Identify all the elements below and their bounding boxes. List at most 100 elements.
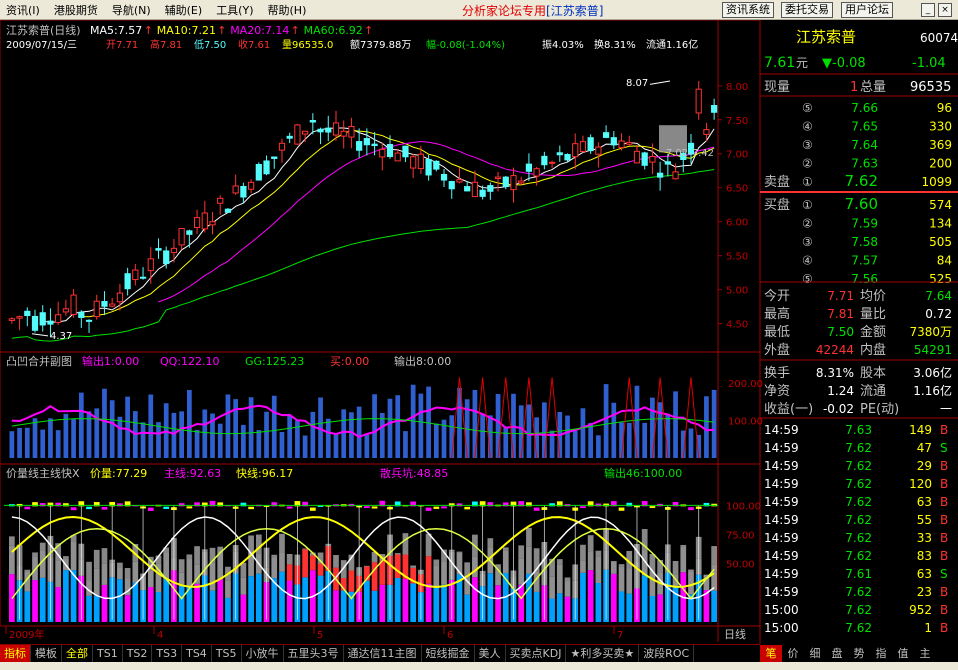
buy-level-4: ⑤ (802, 272, 813, 286)
quote-tab-4[interactable]: 势 (848, 645, 870, 662)
indicator-tab-7[interactable]: TS5 (212, 645, 242, 662)
candle-body (548, 161, 556, 164)
sub2-base-bar (402, 578, 409, 622)
sub2-mid-bar (518, 558, 525, 585)
sell-price-2: 7.64 (851, 138, 878, 152)
indicator-tab-0[interactable]: 指标 (0, 645, 31, 662)
sub2-signal-bar (186, 506, 193, 509)
candle-body (494, 176, 502, 180)
candle-body (55, 314, 62, 323)
sub2-base-bar (255, 573, 262, 622)
sub2-top-bar (333, 555, 339, 568)
candle-body (340, 130, 347, 137)
tick-vol-2: 29 (917, 459, 932, 473)
candle-body (247, 181, 255, 190)
sub2-signal-bar (425, 507, 432, 511)
stat2-value2-1: 1.16亿 (913, 383, 952, 398)
indicator-tab-8[interactable]: 小放牛 (242, 645, 284, 662)
stat-value2-0: 7.64 (925, 289, 952, 303)
indicator-tab-12[interactable]: 美人 (475, 645, 506, 662)
forum-button[interactable]: 用户论坛 (841, 2, 893, 18)
menu-item-3[interactable]: 辅助(E) (165, 2, 203, 18)
indicator-tab-1[interactable]: 模板 (31, 645, 62, 662)
stat-label2-0: 均价 (860, 289, 886, 304)
indicator-tab-15[interactable]: 波段ROC (639, 645, 695, 662)
candle-body (649, 155, 656, 163)
info-system-button[interactable]: 资讯系统 (722, 2, 774, 18)
quote-tab-7[interactable]: 主 (914, 645, 936, 662)
sub2-base-bar (441, 584, 447, 622)
sell-level-4: ① (802, 175, 813, 189)
sub2-mid-bar (225, 580, 231, 598)
buy-level-2: ③ (802, 235, 813, 249)
indicator-tab-2[interactable]: 全部 (62, 645, 93, 662)
sub2-signal-bar (464, 506, 471, 510)
tick-price-8: 7.61 (845, 567, 872, 581)
sell-level-1: ④ (802, 120, 813, 134)
sub2-mid-bar (117, 567, 123, 580)
quote-tab-0[interactable]: 笔 (760, 644, 782, 662)
sell-vol-3: 200 (929, 157, 952, 171)
buy-price-1: 7.59 (851, 217, 878, 231)
quote-tab-5[interactable]: 指 (870, 645, 892, 662)
candle-body (39, 312, 46, 326)
stat2-value-2: -0.02 (823, 402, 854, 416)
quote-tab-2[interactable]: 细 (804, 645, 826, 662)
indicator-tab-10[interactable]: 通达信11主图 (344, 645, 422, 662)
candle-body (471, 181, 479, 198)
sub2-mid-bar (317, 563, 324, 576)
menu-item-0[interactable]: 资讯(I) (6, 2, 40, 18)
bar-info-0: 2009/07/15/三 (6, 40, 77, 51)
menu-item-5[interactable]: 帮助(H) (268, 2, 307, 18)
indicator-tab-9[interactable]: 五里头3号 (284, 645, 344, 662)
sub2-mid-bar (70, 541, 77, 571)
stat-value-1: 7.81 (827, 307, 854, 321)
sub2-base-bar (425, 583, 432, 622)
quote-tab-6[interactable]: 值 (892, 645, 914, 662)
menu-item-2[interactable]: 导航(N) (112, 2, 151, 18)
tick-time-10: 15:00 (764, 603, 799, 617)
candle-body (309, 120, 316, 123)
ma-legend-2: MA20:7.14 (230, 24, 289, 37)
trade-button[interactable]: 委托交易 (781, 2, 833, 18)
quote-tab-1[interactable]: 价 (782, 645, 804, 662)
indicator-tab-5[interactable]: TS3 (152, 645, 183, 662)
sub2-signal-bar (147, 507, 154, 511)
sub2-signal-bar (688, 507, 694, 511)
sell-vol-1: 330 (929, 120, 952, 134)
candle-body (263, 160, 270, 175)
sell-level-2: ③ (802, 138, 813, 152)
indicator-tab-11[interactable]: 短线掘金 (422, 645, 475, 662)
tick-price-3: 7.62 (845, 477, 872, 491)
indicator-tab-4[interactable]: TS2 (123, 645, 153, 662)
stock-chart-svg: 8.00 7.50 7.00 6.50 6.00 5.50 5.00 4.50 7.02-7.4… (0, 19, 958, 646)
x-axis-label-4: 7 (617, 630, 623, 641)
sub2-base-bar (657, 594, 663, 622)
buy-vol-0: 574 (929, 198, 952, 212)
stat-label2-1: 量比 (860, 307, 886, 322)
sub2-base-bar (610, 573, 617, 622)
quote-tab-3[interactable]: 盘 (826, 645, 848, 662)
minimize-icon[interactable]: _ (921, 3, 935, 17)
main-y-tick-2: 7.00 (726, 150, 748, 161)
close-icon[interactable]: × (938, 3, 952, 17)
sub2-base-bar (124, 595, 131, 622)
menu-item-1[interactable]: 港股期货 (54, 2, 98, 18)
indicator-tab-6[interactable]: TS4 (182, 645, 212, 662)
stat2-value-0: 8.31% (816, 366, 854, 380)
total-vol-label: 总量 (860, 80, 886, 95)
candle-body (711, 104, 718, 113)
stock-name: 江苏索普 (796, 28, 856, 46)
sub2-y-tick-0: 100.00 (726, 501, 761, 512)
indicator-tab-3[interactable]: TS1 (93, 645, 123, 662)
sub2-signal-bar (580, 506, 586, 509)
indicator-tab-13[interactable]: 买卖点KDJ (506, 645, 567, 662)
sub2-top-bar (526, 527, 532, 547)
sub2-legend-0: 价量:77.29 (90, 467, 147, 480)
indicator-tab-14[interactable]: ★利多买卖★ (566, 645, 640, 662)
sub2-legend-1: 主线:92.63 (164, 466, 221, 480)
candle-body (448, 181, 455, 190)
tick-time-3: 14:59 (764, 477, 799, 491)
menu-item-4[interactable]: 工具(Y) (216, 2, 253, 18)
sub2-top-bar (86, 561, 92, 581)
